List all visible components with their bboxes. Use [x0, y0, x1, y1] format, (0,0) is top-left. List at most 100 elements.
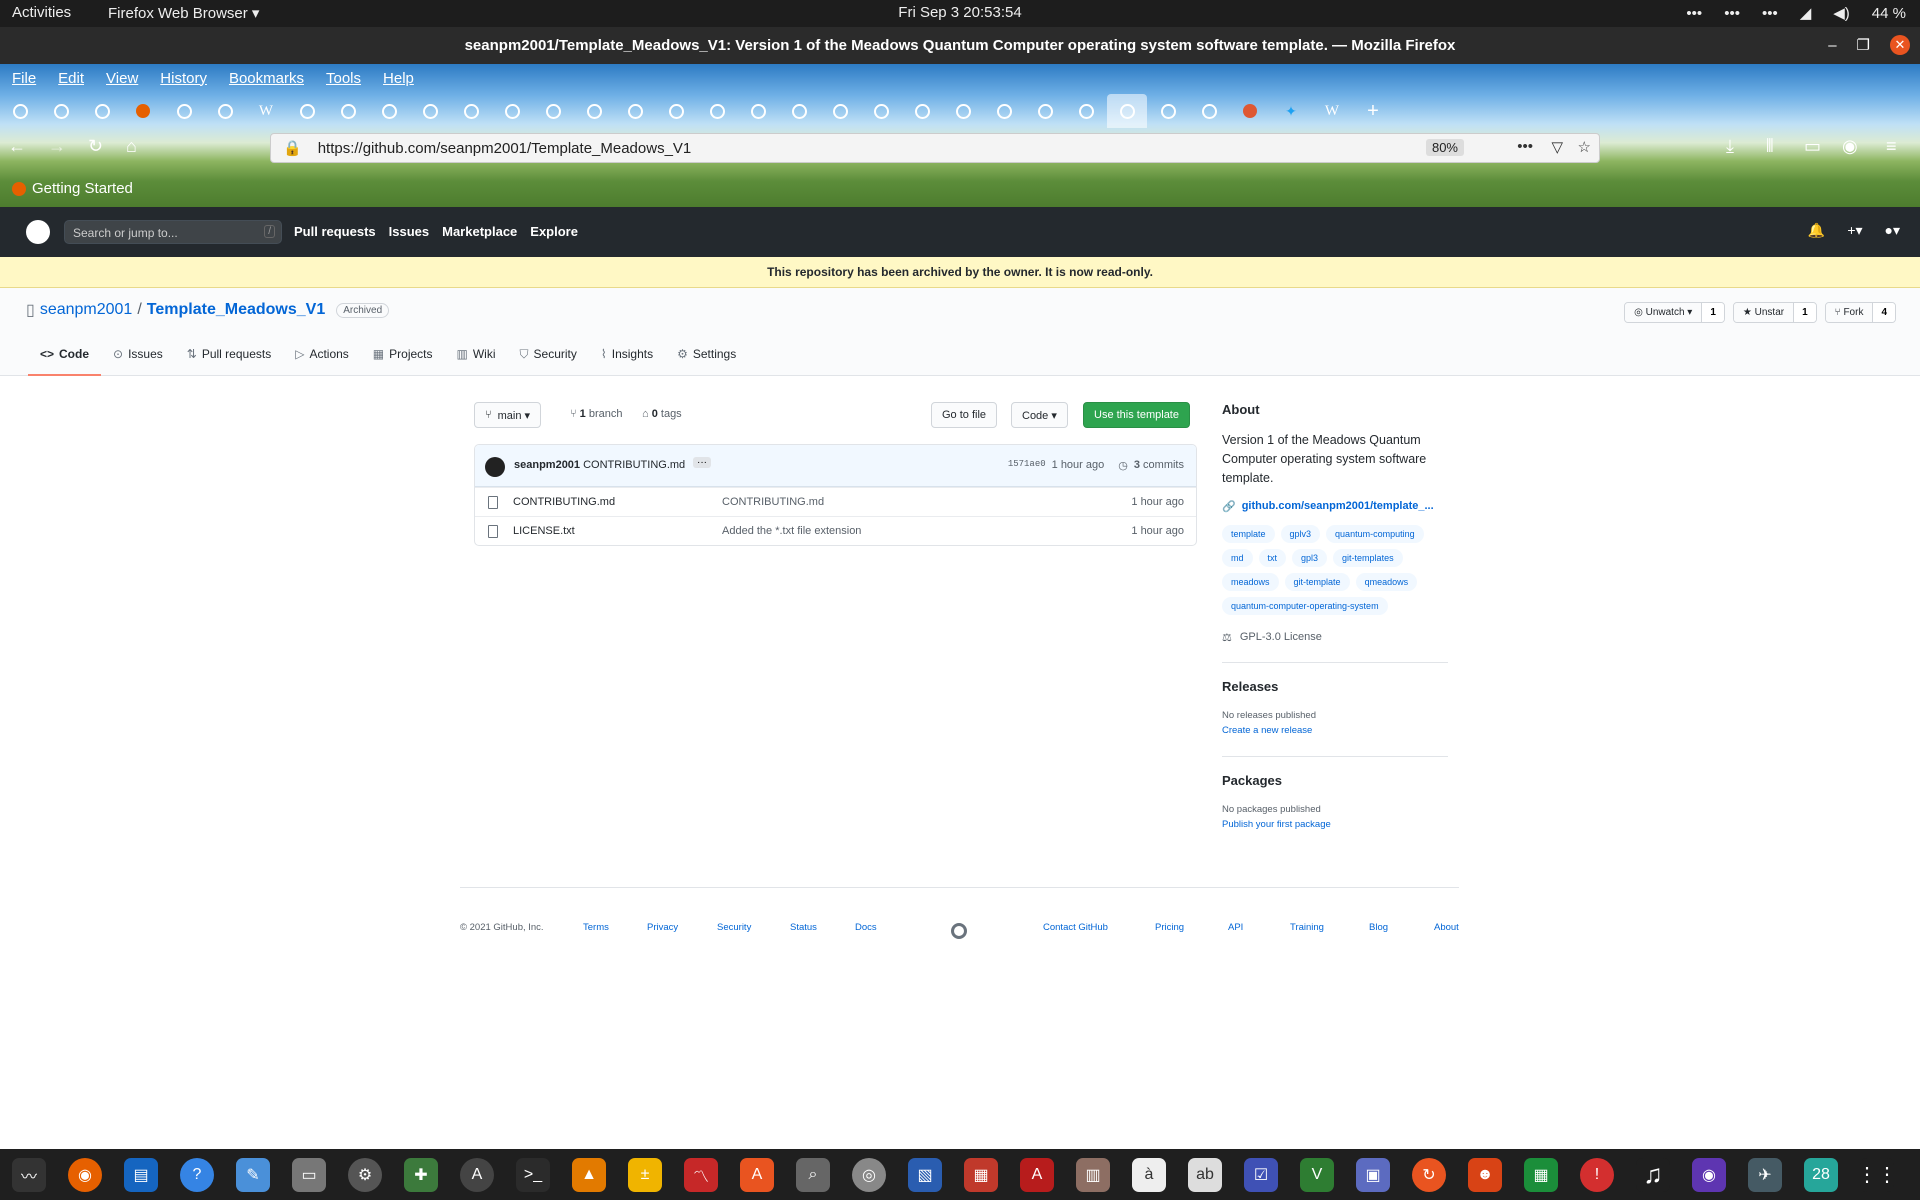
system-monitor-icon[interactable]: 〰 [12, 1157, 46, 1192]
github-logo-icon[interactable] [26, 220, 50, 244]
apps-grid-icon[interactable]: ⋮⋮ [1857, 1157, 1897, 1192]
tab[interactable] [328, 94, 368, 128]
create-new-icon[interactable]: +▾ [1847, 222, 1862, 239]
tab[interactable]: ✦ [1271, 94, 1311, 128]
home-icon[interactable]: ⌂ [126, 136, 137, 157]
tab-settings[interactable]: ⚙ Settings [665, 347, 748, 376]
activities-button[interactable]: Activities [12, 4, 71, 21]
watch-count[interactable]: 1 [1701, 303, 1724, 322]
tab[interactable] [533, 94, 573, 128]
sidebar-icon[interactable]: ▭ [1804, 136, 1821, 157]
tab-insights[interactable]: ⌇ Insights [589, 347, 665, 376]
file-commit-message[interactable]: CONTRIBUTING.md [722, 496, 824, 508]
page-actions-icon[interactable]: ••• [1517, 138, 1533, 155]
repo-name-link[interactable]: Template_Meadows_V1 [147, 301, 325, 319]
vim-icon[interactable]: V [1300, 1157, 1334, 1192]
plane-icon[interactable]: ✈ [1748, 1157, 1782, 1192]
search-input[interactable]: Search or jump to... / [64, 220, 282, 244]
packages-heading[interactable]: Packages [1222, 773, 1448, 788]
pocket-icon[interactable]: ▽ [1551, 138, 1563, 156]
license-link[interactable]: ⚖ GPL-3.0 License [1222, 631, 1448, 644]
game-icon[interactable]: ☻ [1468, 1157, 1502, 1192]
more-icon[interactable]: ••• [1762, 5, 1778, 22]
branch-select-button[interactable]: ⑂ main ▾ [474, 402, 542, 428]
character-icon[interactable]: ab [1188, 1157, 1222, 1192]
pdf-icon[interactable]: A [1020, 1157, 1054, 1192]
footer-link-about[interactable]: About [1434, 922, 1459, 933]
download-icon[interactable]: ⤓ [1726, 136, 1734, 157]
menu-help[interactable]: Help [383, 70, 414, 87]
unwatch-button[interactable]: ◎ Unwatch ▾ 1 [1624, 302, 1725, 323]
topic-tag[interactable]: quantum-computing [1326, 525, 1424, 543]
tab[interactable] [656, 94, 696, 128]
tab[interactable] [1148, 94, 1188, 128]
user-avatar-icon[interactable]: ●▾ [1885, 222, 1900, 239]
fork-button[interactable]: ⑂ Fork 4 [1824, 302, 1896, 323]
minimize-icon[interactable]: – [1828, 37, 1836, 54]
tasks-icon[interactable]: ☑ [1244, 1157, 1278, 1192]
footer-link-blog[interactable]: Blog [1369, 922, 1388, 933]
tab[interactable] [738, 94, 778, 128]
font-icon[interactable]: à [1132, 1157, 1166, 1192]
topic-tag[interactable]: qmeadows [1355, 573, 1418, 591]
app-store-icon[interactable]: A [740, 1157, 774, 1192]
bookmark-getting-started[interactable]: Getting Started [12, 180, 133, 197]
music-icon[interactable]: ♫ [1636, 1157, 1670, 1192]
tab[interactable] [451, 94, 491, 128]
image-viewer-icon[interactable]: ⌕ [796, 1157, 830, 1192]
bookmark-star-icon[interactable]: ☆ [1578, 138, 1591, 156]
terminal-icon[interactable]: >_ [516, 1157, 550, 1192]
footer-link-api[interactable]: API [1228, 922, 1243, 933]
tab[interactable] [410, 94, 450, 128]
spreadsheet-icon[interactable]: ▦ [1524, 1157, 1558, 1192]
tab[interactable] [164, 94, 204, 128]
tab-code[interactable]: <> Code [28, 347, 102, 376]
topic-tag[interactable]: md [1222, 549, 1253, 567]
tab[interactable] [1025, 94, 1065, 128]
nav-explore[interactable]: Explore [530, 224, 578, 239]
commit-sha[interactable]: 1571ae0 [1008, 459, 1046, 472]
firefox-icon[interactable]: ◉ [68, 1157, 102, 1192]
commits-count[interactable]: 3 [1134, 459, 1140, 471]
software-icon[interactable]: A [460, 1157, 494, 1192]
topic-tag[interactable]: git-templates [1333, 549, 1403, 567]
footer-link-docs[interactable]: Docs [855, 922, 877, 933]
tab[interactable] [0, 94, 40, 128]
footer-link-contact[interactable]: Contact GitHub [1043, 922, 1108, 933]
tab[interactable] [615, 94, 655, 128]
help-icon[interactable]: ? [180, 1157, 214, 1192]
commit-author[interactable]: seanpm2001 [514, 459, 580, 471]
footer-link-security[interactable]: Security [717, 922, 751, 933]
nav-marketplace[interactable]: Marketplace [442, 224, 517, 239]
star-count[interactable]: 1 [1793, 303, 1816, 322]
file-name-link[interactable]: CONTRIBUTING.md [513, 496, 615, 508]
archive-icon[interactable]: ▥ [1076, 1157, 1110, 1192]
tab[interactable] [123, 94, 163, 128]
zoom-level[interactable]: 80% [1425, 139, 1464, 156]
menu-edit[interactable]: Edit [58, 70, 84, 87]
tab[interactable] [861, 94, 901, 128]
more-icon[interactable]: ••• [1686, 5, 1702, 22]
tab-issues[interactable]: ⊙ Issues [101, 347, 175, 376]
menu-view[interactable]: View [106, 70, 138, 87]
commit-expand-button[interactable]: ··· [693, 457, 711, 468]
alert-icon[interactable]: ! [1580, 1157, 1614, 1192]
puzzle-icon[interactable]: ✚ [404, 1157, 438, 1192]
tab[interactable] [820, 94, 860, 128]
notification-bell-icon[interactable]: 🔔 [1808, 222, 1825, 239]
tab[interactable] [205, 94, 245, 128]
forward-icon[interactable]: → [48, 136, 66, 157]
footer-link-privacy[interactable]: Privacy [647, 922, 678, 933]
tab[interactable] [492, 94, 532, 128]
maximize-icon[interactable]: ❐ [1857, 36, 1870, 54]
tab[interactable] [943, 94, 983, 128]
footer-link-training[interactable]: Training [1290, 922, 1324, 933]
reload-icon[interactable]: ↻ [88, 136, 103, 157]
repo-owner-link[interactable]: seanpm2001 [40, 301, 133, 319]
update-icon[interactable]: ↻ [1412, 1157, 1446, 1192]
back-icon[interactable]: ← [8, 136, 26, 157]
volume-icon[interactable]: ◀) [1833, 4, 1850, 22]
unstar-button[interactable]: ★ Unstar 1 [1732, 302, 1817, 323]
tab-projects[interactable]: ▦ Projects [361, 347, 445, 376]
vlc-icon[interactable]: ▲ [572, 1157, 606, 1192]
